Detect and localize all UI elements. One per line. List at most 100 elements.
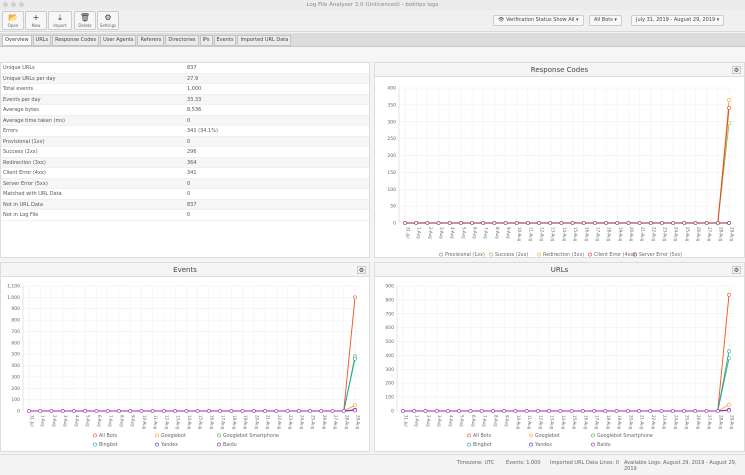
minimize-window-button[interactable]	[11, 2, 16, 7]
x-tick-label: 24-Aug	[674, 227, 679, 242]
table-row[interactable]: Average time taken (ms) 0	[1, 115, 369, 126]
y-tick-label: 900	[11, 306, 20, 312]
table-row[interactable]: Success (2xx) 296	[1, 147, 369, 158]
data-point	[319, 409, 324, 413]
x-tick-label: 15-Aug	[572, 415, 577, 430]
metric-value: 341 (34.1%)	[187, 128, 218, 134]
x-tick-label: 26-Aug	[696, 227, 701, 242]
chart-settings-button[interactable]: ⚙	[732, 66, 741, 74]
x-tick-label: 17-Aug	[595, 415, 600, 430]
verification-status-dropdown[interactable]: 👁 Verification Status Show All ▾	[493, 15, 584, 26]
tab-events[interactable]: Events	[213, 35, 237, 46]
x-tick-label: 22-Aug	[277, 415, 282, 430]
import-button[interactable]: ⤓ Import	[48, 11, 72, 30]
legend-item: Client Error (4xx)	[594, 252, 635, 258]
x-tick-label: 8-Aug	[119, 415, 124, 427]
y-tick-label: 300	[387, 119, 396, 125]
y-tick-label: 100	[385, 395, 394, 401]
data-point	[626, 221, 631, 225]
data-point	[481, 221, 486, 225]
tab-overview[interactable]: Overview	[2, 35, 32, 46]
data-point	[117, 409, 121, 413]
data-point	[403, 221, 407, 225]
data-point	[648, 409, 653, 413]
table-row[interactable]: Average bytes 8,536	[1, 105, 369, 116]
x-tick-label: 19-Aug	[618, 227, 623, 242]
x-tick-label: 13-Aug	[550, 415, 555, 430]
table-row[interactable]: Server Error (5xx) 0	[1, 178, 369, 189]
table-row[interactable]: Total events 1,000	[1, 84, 369, 95]
x-tick-label: 26-Aug	[322, 415, 327, 430]
settings-button[interactable]: ⚙ Settings	[97, 11, 119, 30]
new-button[interactable]: + New	[25, 11, 47, 30]
open-button[interactable]: 📂 Open	[2, 11, 24, 30]
legend-marker	[588, 252, 592, 257]
x-tick-label: 8-Aug	[495, 227, 500, 239]
download-icon: ⤓	[58, 13, 62, 22]
x-tick-label: 28-Aug	[718, 415, 723, 430]
toolbar: 📂 Open + New ⤓ Import 🗑 Delete ⚙ Settings 👁 V…	[0, 10, 745, 32]
data-point	[412, 409, 417, 413]
bots-dropdown[interactable]: All Bots ▾	[589, 15, 622, 26]
data-point	[502, 409, 507, 413]
delete-button[interactable]: 🗑 Delete	[74, 11, 96, 30]
legend-item: Bingbot	[99, 442, 118, 448]
tab-bar: Overview URLs Response Codes User Agents Ref…	[0, 33, 745, 47]
table-row[interactable]: Provisional (1xx) 0	[1, 136, 369, 147]
urls-chart: 0 100 200 300 400 500 600 700 800 900 31-Jul 1-Aug 2…	[385, 284, 735, 448]
date-range-dropdown[interactable]: July 31, 2019 - August 29, 2019 ▾	[631, 15, 725, 26]
x-tick-label: 2-Aug	[428, 227, 433, 239]
data-point	[128, 409, 133, 413]
x-tick-label: 3-Aug	[439, 227, 444, 239]
table-row[interactable]: Unique URLs per day 27.9	[1, 73, 369, 84]
y-tick-label: 1,000	[7, 295, 20, 301]
y-tick-label: 250	[387, 136, 396, 142]
metric-label: Success (2xx)	[3, 149, 38, 155]
x-tick-label: 3-Aug	[437, 415, 442, 427]
metric-label: Redirection (3xx)	[3, 159, 46, 166]
x-tick-label: 16-Aug	[584, 227, 589, 242]
table-row[interactable]: Events per day 33.33	[1, 94, 369, 105]
tab-referers[interactable]: Referers	[137, 35, 165, 46]
x-tick-label: 16-Aug	[209, 415, 214, 430]
series-line-googlebot-smartphone	[403, 358, 730, 412]
table-row[interactable]: Not in URL Data 837	[1, 199, 369, 210]
x-tick-label: 24-Aug	[299, 415, 304, 430]
data-point	[670, 409, 675, 413]
data-point	[27, 409, 31, 413]
table-row[interactable]: Matched with URL Data 0	[1, 189, 369, 200]
urls-panel: URLs ⚙ 0 100 200 300 400 500 600 700 800 900 31-Ju…	[374, 262, 745, 452]
table-row[interactable]: Client Error (4xx) 341	[1, 168, 369, 179]
panel-title: Response Codes	[375, 63, 744, 77]
tab-directories[interactable]: Directories	[165, 35, 199, 46]
data-point	[682, 409, 686, 413]
y-tick-label: 0	[391, 409, 394, 415]
data-point	[308, 409, 312, 413]
tab-response-codes[interactable]: Response Codes	[52, 35, 100, 46]
chart-settings-button[interactable]: ⚙	[357, 266, 366, 274]
maximize-window-button[interactable]	[19, 2, 24, 7]
data-point	[470, 221, 474, 225]
table-row[interactable]: Unique URLs 837	[1, 63, 369, 74]
table-row[interactable]: Not in Log File 0	[1, 210, 369, 221]
x-tick-label: 6-Aug	[473, 227, 478, 239]
data-point	[592, 409, 597, 413]
response-codes-panel: Response Codes ⚙ 0 50 100 150 200 250 300 350 40…	[374, 62, 745, 258]
data-point	[105, 409, 110, 413]
tab-ips[interactable]: IPs	[199, 35, 213, 46]
data-point	[423, 409, 428, 413]
chart-settings-button[interactable]: ⚙	[732, 266, 741, 274]
metric-value: 341	[187, 170, 197, 176]
tab-user-agents[interactable]: User Agents	[100, 35, 137, 46]
window-controls[interactable]	[3, 2, 24, 7]
close-window-button[interactable]	[3, 2, 8, 7]
table-row[interactable]: Redirection (3xx) 364	[1, 157, 369, 168]
series-line-all-bots	[403, 294, 730, 412]
tab-imported-url-data[interactable]: Imported URL Data	[237, 35, 292, 46]
x-tick-label: 5-Aug	[460, 415, 465, 427]
data-point	[83, 409, 88, 413]
tab-urls[interactable]: URLs	[32, 35, 52, 46]
table-row[interactable]: Errors 341 (34.1%)	[1, 126, 369, 137]
x-tick-label: 10-Aug	[516, 415, 521, 430]
y-tick-label: 500	[385, 339, 394, 345]
